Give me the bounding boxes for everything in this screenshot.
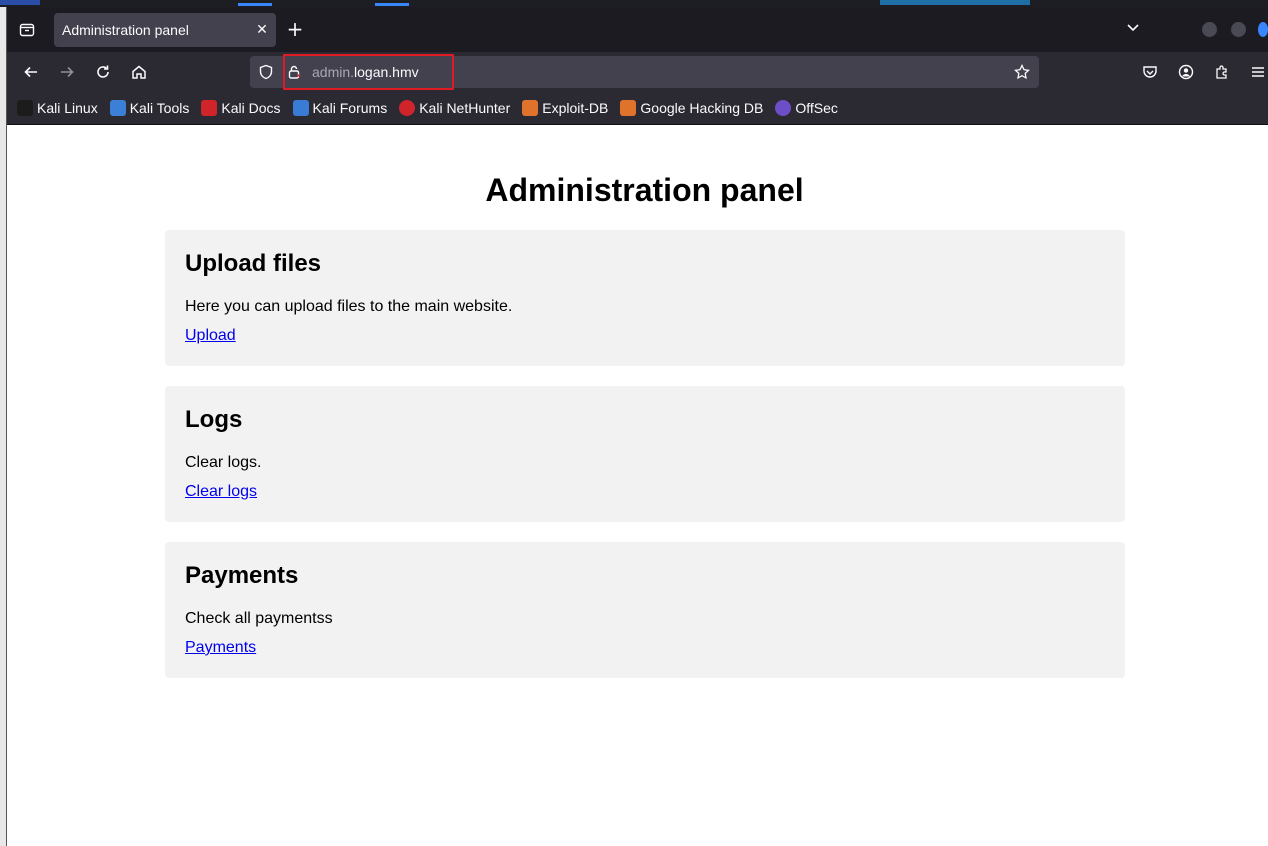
bookmark-label: Google Hacking DB (640, 100, 764, 116)
bookmark-label: OffSec (795, 100, 838, 116)
ghdb-icon (620, 100, 637, 116)
bookmark-kali-forums[interactable]: Kali Forums (292, 100, 388, 116)
desktop-taskbar-strip (0, 0, 1268, 7)
lock-icon[interactable] (284, 62, 304, 82)
home-icon[interactable] (129, 62, 149, 82)
bookmark-label: Kali Linux (37, 100, 98, 116)
bookmark-google-hacking-db[interactable]: Google Hacking DB (620, 100, 763, 116)
bookmark-star-icon[interactable] (1012, 62, 1032, 82)
new-tab-plus-icon[interactable]: + (285, 19, 305, 39)
forward-arrow-icon[interactable] (57, 62, 77, 82)
extensions-icon[interactable] (1212, 62, 1232, 82)
bookmark-exploit-db[interactable]: Exploit-DB (522, 100, 608, 116)
browser-window: Administration panel ✕ + admin.logan.hmv… (7, 7, 1268, 846)
card-description: Check all paymentss (185, 610, 333, 627)
bookmark-label: Kali Forums (312, 100, 388, 116)
logs-card: Logs Clear logs. Clear logs (165, 386, 1125, 522)
nethunter-icon (399, 100, 416, 116)
bookmark-kali-docs[interactable]: Kali Docs (201, 100, 281, 116)
bookmark-offsec[interactable]: OffSec (775, 100, 838, 116)
upload-files-card: Upload files Here you can upload files t… (165, 230, 1125, 366)
bookmark-kali-nethunter[interactable]: Kali NetHunter (399, 100, 510, 116)
reload-icon[interactable] (93, 62, 113, 82)
page-title: Administration panel (485, 172, 804, 208)
bookmarks-toolbar: Kali Linux Kali Tools Kali Docs Kali For… (7, 92, 1268, 124)
shield-icon[interactable] (256, 62, 276, 82)
maximize-window-button[interactable] (1231, 22, 1246, 37)
bookmark-label: Exploit-DB (542, 100, 609, 116)
pocket-icon[interactable] (1140, 62, 1160, 82)
account-icon[interactable] (1176, 62, 1196, 82)
address-bar[interactable]: admin.logan.hmv (250, 56, 1039, 88)
card-heading: Logs (185, 406, 243, 433)
close-window-button[interactable] (1258, 22, 1268, 37)
page-content: Administration panel Upload files Here y… (7, 124, 1268, 846)
menu-hamburger-icon[interactable] (1248, 62, 1268, 82)
card-description: Here you can upload files to the main we… (185, 298, 513, 315)
close-icon[interactable]: ✕ (254, 22, 270, 38)
navigation-toolbar: admin.logan.hmv (7, 52, 1268, 92)
tab-title: Administration panel (62, 22, 189, 38)
kali-dragon-icon (17, 100, 33, 116)
bookmark-label: Kali Docs (221, 100, 281, 116)
bookmark-label: Kali NetHunter (419, 100, 511, 116)
kali-docs-icon (201, 100, 218, 116)
upload-link[interactable]: Upload (185, 327, 236, 345)
card-description: Clear logs. (185, 454, 262, 471)
kali-forums-icon (292, 100, 309, 116)
tab-administration-panel[interactable]: Administration panel ✕ (54, 13, 276, 47)
tab-list-icon[interactable] (15, 17, 39, 41)
bookmark-kali-linux[interactable]: Kali Linux (17, 100, 98, 116)
minimize-window-button[interactable] (1202, 22, 1217, 37)
back-arrow-icon[interactable] (21, 62, 41, 82)
offsec-icon (775, 100, 792, 116)
url-subdomain: admin. (312, 64, 355, 80)
kali-tools-icon (109, 100, 126, 116)
bookmark-label: Kali Tools (129, 100, 190, 116)
exploit-db-icon (522, 100, 539, 116)
url-host: logan.hmv (354, 64, 419, 80)
payments-card: Payments Check all paymentss Payments (165, 542, 1125, 678)
clear-logs-link[interactable]: Clear logs (185, 483, 257, 501)
tab-bar: Administration panel ✕ + (7, 7, 1268, 52)
bookmark-kali-tools[interactable]: Kali Tools (109, 100, 190, 116)
card-heading: Upload files (185, 250, 322, 277)
card-heading: Payments (185, 562, 299, 589)
window-left-edge (0, 7, 7, 846)
url-text[interactable]: admin.logan.hmv (312, 64, 419, 80)
chevron-down-icon[interactable] (1125, 19, 1145, 39)
payments-link[interactable]: Payments (185, 639, 256, 657)
